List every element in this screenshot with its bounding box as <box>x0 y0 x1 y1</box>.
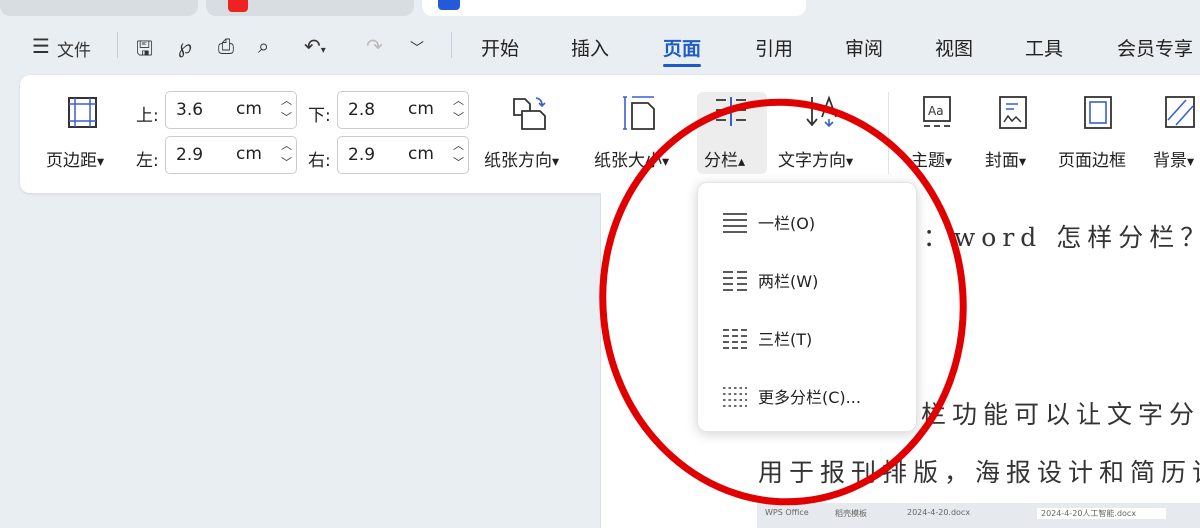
file-menu[interactable]: 文件 <box>57 36 91 61</box>
columns-icon[interactable] <box>714 96 748 128</box>
value: 3.6 <box>176 100 204 120</box>
option-label: 三栏(T) <box>758 330 813 349</box>
embedded-tab: 稻壳模板 <box>835 509 867 518</box>
top-margin-field[interactable]: 3.6 cm ︿ ﹀ <box>165 91 297 129</box>
menu-icon[interactable]: ☰ <box>32 34 50 58</box>
tab-references[interactable]: 引用 <box>755 34 793 61</box>
value: 2.9 <box>348 145 376 165</box>
menu-bar: ☰ 文件 🖫 ℘ ⎙ ⌕ ↶▾ ↷ ﹀ 开始 插入 页面 引用 审阅 视图 工具… <box>0 28 1200 67</box>
margins-icon[interactable] <box>68 97 98 129</box>
orientation-button[interactable]: 纸张方向▾ <box>484 146 559 171</box>
three-columns-icon <box>723 329 747 349</box>
tab-page[interactable]: 页面 <box>663 34 702 67</box>
save-icon[interactable]: 🖫 <box>136 34 153 68</box>
stepper-icon[interactable]: ︿ ﹀ <box>281 92 292 126</box>
embedded-tab: 2024-4-20.docx <box>907 508 971 517</box>
paper-size-icon[interactable] <box>622 95 658 131</box>
left-margin-label: 左: <box>136 151 159 171</box>
margins-label: 页边距 <box>46 151 97 171</box>
columns-dropdown: 一栏(O) 两栏(W) 三栏(T) 更多分栏(C)... <box>697 182 917 432</box>
undo-icon[interactable]: ↶▾ <box>304 34 326 58</box>
background-icon[interactable] <box>1164 96 1196 130</box>
one-column-option[interactable]: 一栏(O) <box>722 207 815 237</box>
option-label: 更多分栏(C)... <box>758 388 861 407</box>
two-columns-option[interactable]: 两栏(W) <box>722 265 818 295</box>
stepper-icon[interactable]: ︿ ﹀ <box>281 137 292 171</box>
orientation-icon[interactable] <box>512 95 548 131</box>
embedded-screenshot: WPS Office 稻壳模板 2024-4-20.docx 2024-4-20… <box>757 503 1200 528</box>
export-icon[interactable]: ℘ <box>178 34 192 58</box>
paper-size-label: 纸张大小 <box>594 151 662 171</box>
theme-button[interactable]: 主题▾ <box>911 146 952 171</box>
page-border-button[interactable]: 页面边框 <box>1058 146 1126 171</box>
window-tab-active[interactable] <box>422 0 806 16</box>
paper-size-button[interactable]: 纸张大小▾ <box>594 146 669 171</box>
tab-member[interactable]: 会员专享 <box>1117 34 1193 61</box>
more-columns-icon <box>723 387 747 407</box>
right-margin-field[interactable]: 2.9 cm ︿ ﹀ <box>337 136 469 174</box>
left-margin-field[interactable]: 2.9 cm ︿ ﹀ <box>165 136 297 174</box>
option-label: 一栏(O) <box>758 214 816 233</box>
stepper-icon[interactable]: ︿ ﹀ <box>453 137 464 171</box>
doc-icon <box>438 0 460 10</box>
svg-text:Aa: Aa <box>928 104 944 118</box>
print-icon[interactable]: ⎙ <box>218 34 234 58</box>
embedded-tab: 2024-4-20人工智能.docx <box>1037 508 1167 519</box>
divider <box>117 32 118 58</box>
theme-label: 主题 <box>911 151 945 171</box>
columns-label: 分栏 <box>704 151 738 171</box>
top-margin-label: 上: <box>136 106 159 126</box>
theme-icon[interactable]: Aa <box>922 96 954 130</box>
cover-icon[interactable] <box>998 96 1028 130</box>
print-preview-icon[interactable]: ⌕ <box>258 34 269 58</box>
cover-label: 封面 <box>985 151 1019 171</box>
text-direction-button[interactable]: 文字方向▾ <box>778 146 853 171</box>
tab-view[interactable]: 视图 <box>935 34 973 61</box>
unit: cm <box>236 99 262 119</box>
tab-start[interactable]: 开始 <box>481 34 519 61</box>
value: 2.9 <box>176 145 204 165</box>
divider <box>888 92 889 174</box>
text-direction-icon[interactable] <box>806 95 842 129</box>
unit: cm <box>236 144 262 164</box>
embedded-tab: WPS Office <box>765 508 809 517</box>
tab-insert[interactable]: 插入 <box>571 34 609 61</box>
window-tab[interactable] <box>0 0 198 16</box>
columns-button[interactable]: 分栏▴ <box>704 146 745 171</box>
pdf-icon <box>228 0 248 12</box>
doc-paragraph-line: 用于报刊排版，海报设计和简历该 <box>758 458 1200 487</box>
bottom-margin-label: 下: <box>308 106 331 126</box>
cover-button[interactable]: 封面▾ <box>985 146 1026 171</box>
page-border-icon[interactable] <box>1083 96 1113 130</box>
window-tab[interactable] <box>206 0 414 16</box>
orientation-label: 纸张方向 <box>484 151 552 171</box>
background-label: 背景 <box>1153 151 1187 171</box>
unit: cm <box>408 99 434 119</box>
more-columns-option[interactable]: 更多分栏(C)... <box>722 381 861 411</box>
two-columns-icon <box>723 271 747 291</box>
redo-icon[interactable]: ↷ <box>366 34 383 58</box>
text-direction-label: 文字方向 <box>778 151 846 171</box>
background-button[interactable]: 背景▾ <box>1153 146 1194 171</box>
one-column-icon <box>723 213 747 233</box>
doc-heading-line: 3：word 怎样分栏？如 <box>901 223 1200 252</box>
three-columns-option[interactable]: 三栏(T) <box>722 323 812 353</box>
right-margin-label: 右: <box>308 151 331 171</box>
bottom-margin-field[interactable]: 2.8 cm ︿ ﹀ <box>337 91 469 129</box>
divider <box>451 32 452 58</box>
tab-tools[interactable]: 工具 <box>1025 34 1063 61</box>
option-label: 两栏(W) <box>758 272 819 291</box>
margins-button[interactable]: 页边距▾ <box>46 146 104 171</box>
tab-review[interactable]: 审阅 <box>845 34 883 61</box>
unit: cm <box>408 144 434 164</box>
stepper-icon[interactable]: ︿ ﹀ <box>453 92 464 126</box>
more-chevron-icon[interactable]: ﹀ <box>410 38 424 58</box>
value: 2.8 <box>348 100 376 120</box>
doc-paragraph-line: 栏功能可以让文字分 <box>921 400 1200 429</box>
